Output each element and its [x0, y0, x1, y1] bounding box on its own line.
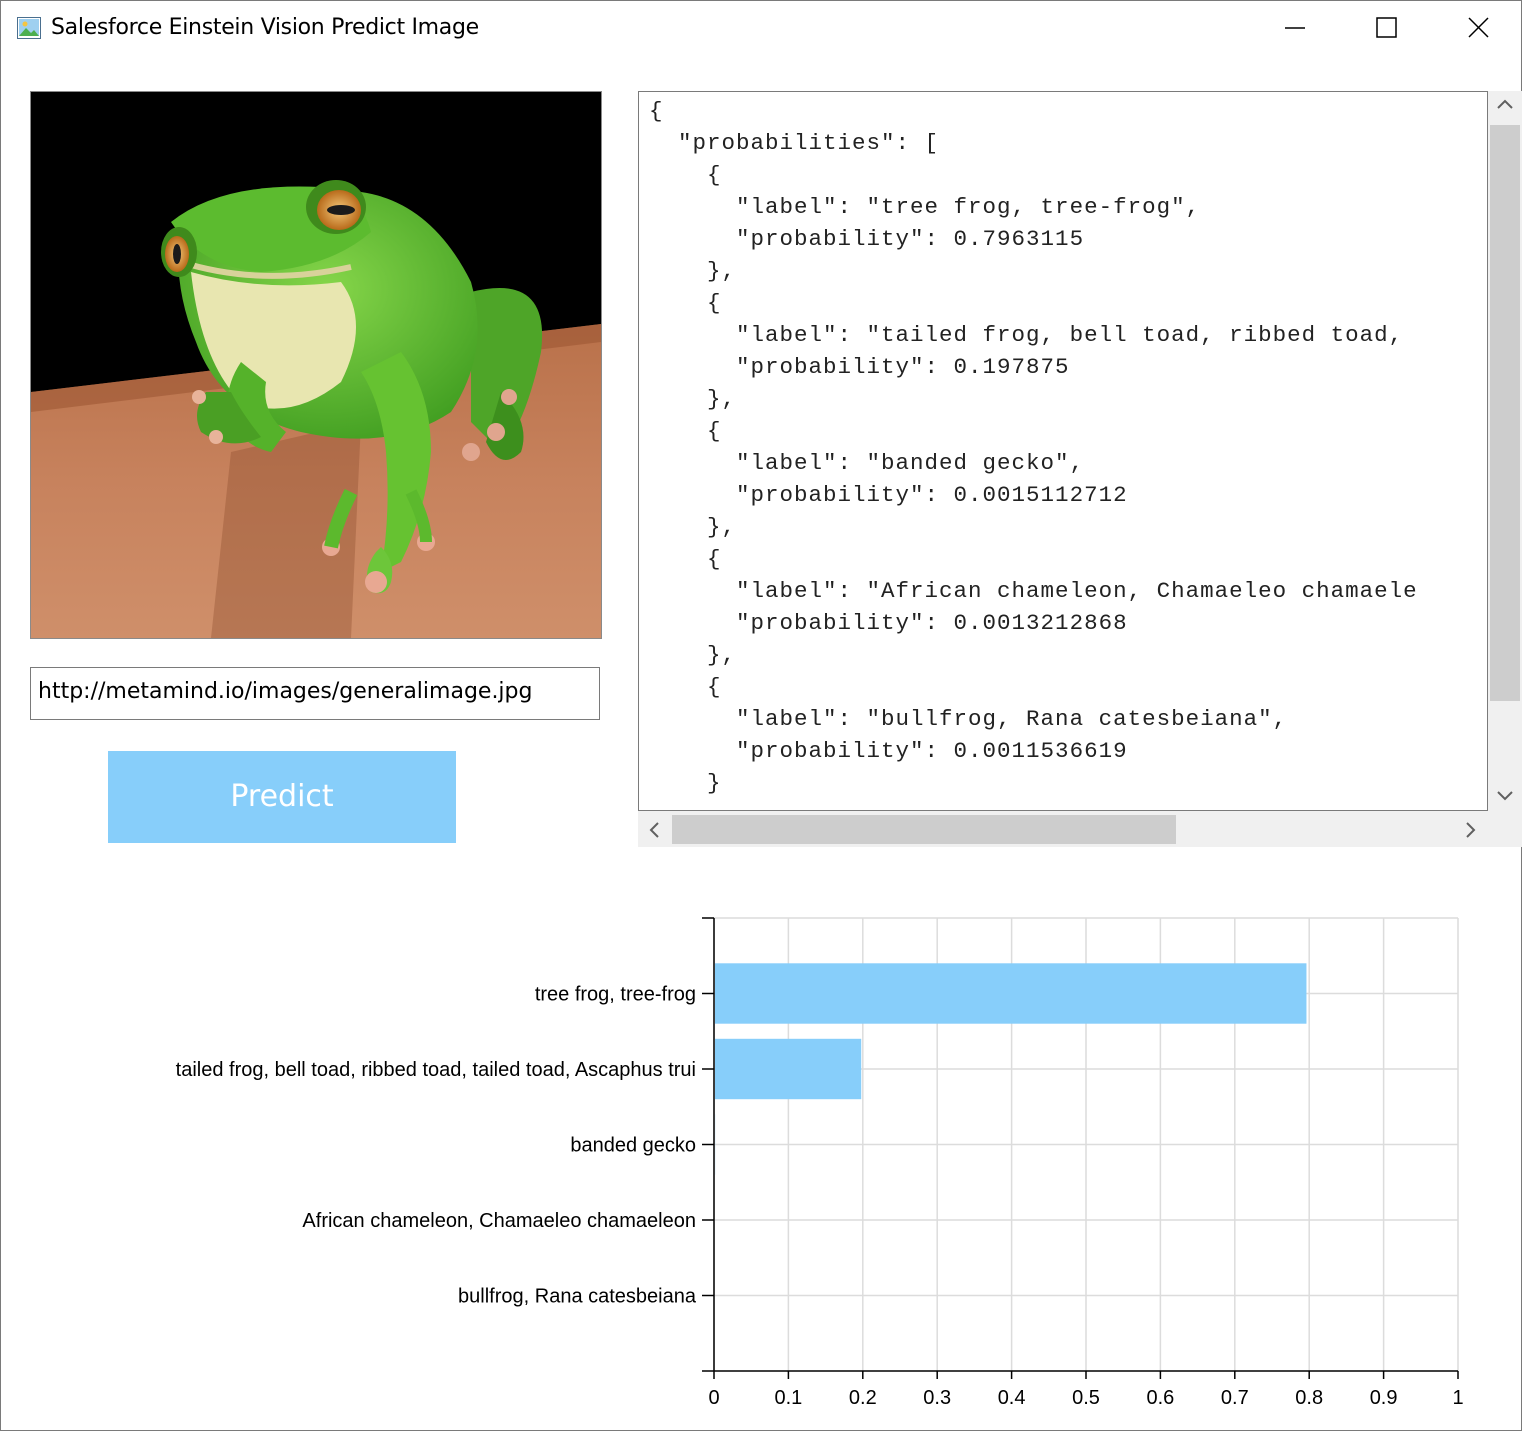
json-line: "label": "tree frog, tree-frog", [649, 194, 1201, 220]
json-line: { [649, 162, 722, 188]
app-window: Salesforce Einstein Vision Predict Image [0, 0, 1522, 1431]
json-line: }, [649, 258, 737, 284]
json-line: "probability": 0.7963115 [649, 226, 1085, 252]
minimize-icon [1285, 27, 1305, 29]
json-line: "label": "banded gecko", [649, 450, 1085, 476]
json-line: "label": "bullfrog, Rana catesbeiana", [649, 706, 1288, 732]
title-bar: Salesforce Einstein Vision Predict Image [1, 1, 1521, 57]
json-line: "probability": 0.0013212868 [649, 610, 1128, 636]
json-line: "probabilities": [ [649, 130, 940, 156]
x-tick-label: 0.6 [1146, 1387, 1174, 1409]
json-line: }, [649, 642, 737, 668]
frog-photo [31, 92, 601, 638]
scroll-up-icon[interactable] [1496, 97, 1514, 111]
bar [715, 963, 1307, 1024]
close-button[interactable] [1433, 1, 1522, 57]
category-label: banded gecko [570, 1135, 696, 1157]
x-tick-label: 0 [708, 1387, 719, 1409]
scroll-down-icon[interactable] [1496, 789, 1514, 803]
x-tick-label: 0.9 [1370, 1387, 1398, 1409]
x-tick-label: 0.4 [998, 1387, 1026, 1409]
json-line: { [649, 546, 722, 572]
predict-button[interactable]: Predict [108, 751, 456, 843]
scroll-left-icon[interactable] [647, 821, 661, 839]
json-line: { [649, 418, 722, 444]
x-tick-label: 0.3 [923, 1387, 951, 1409]
json-line: { [649, 674, 722, 700]
json-line: "probability": 0.0015112712 [649, 482, 1128, 508]
image-app-icon [17, 17, 41, 39]
image-url-input[interactable]: http://metamind.io/images/generalimage.j… [30, 667, 600, 720]
json-line: "label": "tailed frog, bell toad, ribbed… [649, 322, 1404, 348]
x-tick-label: 0.2 [849, 1387, 877, 1409]
x-tick-label: 0.7 [1221, 1387, 1249, 1409]
json-line: { [649, 98, 664, 124]
prediction-image [30, 91, 602, 639]
x-tick-label: 0.5 [1072, 1387, 1100, 1409]
json-line: "probability": 0.197875 [649, 354, 1070, 380]
json-line: }, [649, 514, 737, 540]
json-line: { [649, 290, 722, 316]
vertical-scrollbar-thumb[interactable] [1490, 125, 1520, 701]
horizontal-scrollbar-thumb[interactable] [672, 815, 1176, 844]
category-label: tailed frog, bell toad, ribbed toad, tai… [176, 1059, 696, 1081]
json-line: }, [649, 386, 737, 412]
category-label: bullfrog, Rana catesbeiana [458, 1286, 697, 1308]
x-tick-label: 1 [1452, 1387, 1463, 1409]
json-line: "label": "African chameleon, Chamaeleo c… [649, 578, 1418, 604]
json-line: } [649, 770, 722, 796]
json-line: "probability": 0.0011536619 [649, 738, 1128, 764]
bar [715, 1038, 862, 1100]
category-label: tree frog, tree-frog [535, 984, 696, 1006]
minimize-button[interactable] [1249, 1, 1341, 57]
maximize-icon [1376, 17, 1397, 38]
json-output-textbox[interactable]: { "probabilities": [ { "label": "tree fr… [638, 91, 1488, 811]
scroll-right-icon[interactable] [1464, 821, 1478, 839]
x-tick-label: 0.1 [774, 1387, 802, 1409]
window-title: Salesforce Einstein Vision Predict Image [51, 15, 479, 40]
close-icon [1468, 17, 1489, 38]
probability-bar-chart: tree frog, tree-frog tailed frog, bell to… [176, 917, 1464, 1409]
maximize-button[interactable] [1341, 1, 1433, 57]
x-tick-label: 0.8 [1295, 1387, 1323, 1409]
category-label: African chameleon, Chamaeleo chamaeleon [302, 1210, 696, 1232]
